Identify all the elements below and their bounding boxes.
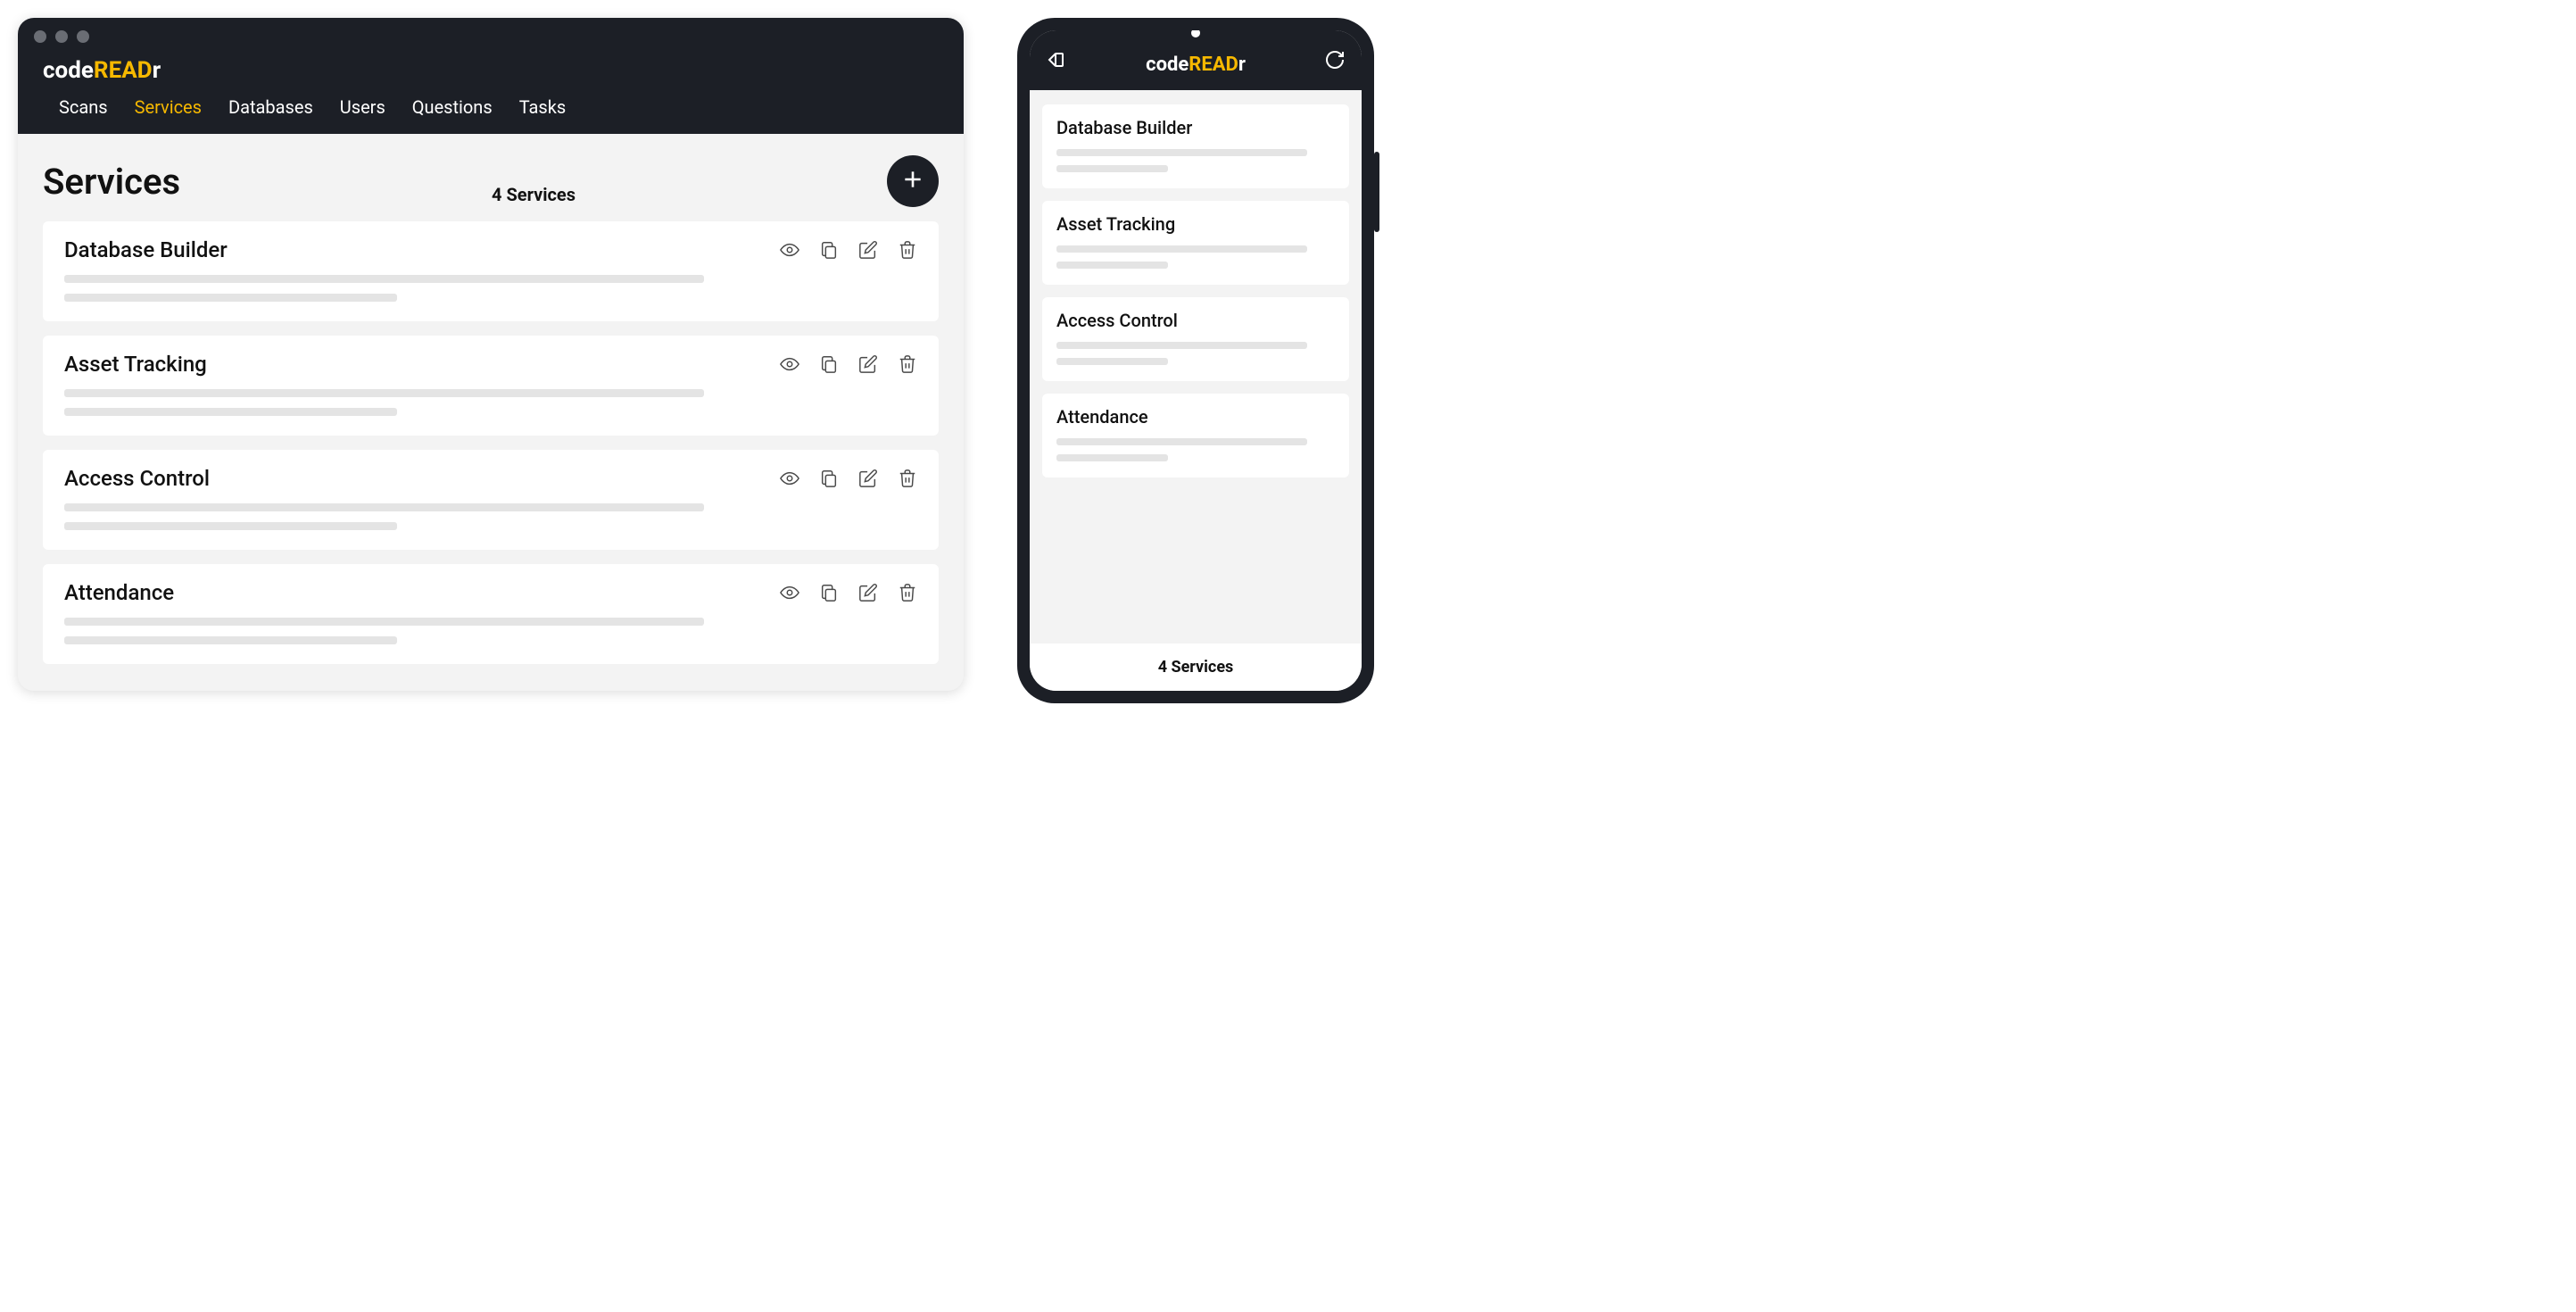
main-nav: Scans Services Databases Users Questions…: [34, 93, 948, 134]
window-minimize-dot[interactable]: [55, 30, 68, 43]
mobile-service-title: Asset Tracking: [1056, 213, 1335, 235]
service-card[interactable]: Asset Tracking: [43, 336, 939, 436]
nav-scans[interactable]: Scans: [59, 96, 108, 118]
service-card-header: Attendance: [64, 580, 917, 605]
service-card-header: Access Control: [64, 466, 917, 491]
service-list: Database Builder Asset Tracking: [43, 221, 939, 664]
service-card-header: Database Builder: [64, 237, 917, 262]
service-actions: [780, 240, 917, 260]
edit-icon[interactable]: [858, 240, 878, 260]
brand-part3: r: [153, 57, 162, 84]
window-close-dot[interactable]: [34, 30, 46, 43]
page-header: Services 4 Services: [43, 155, 939, 207]
nav-services[interactable]: Services: [135, 96, 202, 118]
titlebar: codeREADr Scans Services Databases Users…: [18, 18, 964, 134]
skeleton-line: [64, 522, 397, 530]
skeleton-line: [64, 275, 704, 283]
nav-users[interactable]: Users: [340, 96, 385, 118]
service-title: Database Builder: [64, 237, 228, 262]
skeleton-line: [1056, 438, 1307, 445]
service-actions: [780, 354, 917, 374]
copy-icon[interactable]: [819, 354, 839, 374]
mobile-footer-count: 4 Services: [1030, 644, 1362, 691]
mobile-service-title: Access Control: [1056, 310, 1335, 331]
brand-logo: codeREADr: [34, 52, 948, 93]
add-service-button[interactable]: [887, 155, 939, 207]
skeleton-line: [64, 389, 704, 397]
copy-icon[interactable]: [819, 583, 839, 602]
trash-icon[interactable]: [898, 469, 917, 488]
plus-icon: [901, 168, 924, 195]
brand-part2: READ: [94, 57, 153, 84]
mobile-service-list: Database Builder Asset Tracking Access C…: [1030, 90, 1362, 644]
service-actions: [780, 469, 917, 488]
edit-icon[interactable]: [858, 583, 878, 602]
view-icon[interactable]: [780, 583, 799, 602]
back-icon[interactable]: [1046, 49, 1067, 71]
brand-part3: r: [1238, 54, 1246, 76]
service-card-header: Asset Tracking: [64, 352, 917, 377]
mobile-service-card[interactable]: Asset Tracking: [1042, 201, 1349, 285]
page-body: Services 4 Services Database Builder: [18, 134, 964, 691]
skeleton-line: [1056, 245, 1307, 253]
trash-icon[interactable]: [898, 240, 917, 260]
mobile-service-card[interactable]: Attendance: [1042, 394, 1349, 477]
skeleton-line: [1056, 454, 1168, 461]
mobile-screen: codeREADr Database Builder Asset Trackin…: [1030, 30, 1362, 691]
mobile-brand-logo: codeREADr: [1146, 54, 1246, 76]
service-title: Access Control: [64, 466, 210, 491]
skeleton-line: [64, 503, 704, 511]
skeleton-line: [1056, 342, 1307, 349]
mobile-header: codeREADr: [1030, 30, 1362, 90]
view-icon[interactable]: [780, 240, 799, 260]
service-title: Attendance: [64, 580, 174, 605]
service-card[interactable]: Database Builder: [43, 221, 939, 321]
skeleton-line: [64, 408, 397, 416]
mobile-service-title: Attendance: [1056, 406, 1335, 428]
copy-icon[interactable]: [819, 469, 839, 488]
window-controls: [34, 30, 948, 52]
phone-notch: [1191, 30, 1200, 37]
skeleton-line: [1056, 358, 1168, 365]
view-icon[interactable]: [780, 469, 799, 488]
service-title: Asset Tracking: [64, 352, 207, 377]
brand-part1: code: [43, 57, 94, 84]
edit-icon[interactable]: [858, 354, 878, 374]
trash-icon[interactable]: [898, 354, 917, 374]
mobile-service-card[interactable]: Database Builder: [1042, 104, 1349, 188]
service-card[interactable]: Access Control: [43, 450, 939, 550]
desktop-window: codeREADr Scans Services Databases Users…: [18, 18, 964, 691]
edit-icon[interactable]: [858, 469, 878, 488]
skeleton-line: [1056, 262, 1168, 269]
mobile-device: codeREADr Database Builder Asset Trackin…: [1017, 18, 1374, 703]
brand-part2: READ: [1189, 54, 1238, 76]
service-card[interactable]: Attendance: [43, 564, 939, 664]
window-maximize-dot[interactable]: [77, 30, 89, 43]
nav-databases[interactable]: Databases: [228, 96, 313, 118]
service-actions: [780, 583, 917, 602]
refresh-icon[interactable]: [1324, 49, 1346, 71]
copy-icon[interactable]: [819, 240, 839, 260]
skeleton-line: [64, 618, 704, 626]
brand-part1: code: [1146, 54, 1189, 76]
skeleton-line: [64, 294, 397, 302]
page-title: Services: [43, 161, 180, 203]
nav-questions[interactable]: Questions: [412, 96, 493, 118]
services-count: 4 Services: [180, 184, 887, 205]
skeleton-line: [1056, 149, 1307, 156]
mobile-service-card[interactable]: Access Control: [1042, 297, 1349, 381]
trash-icon[interactable]: [898, 583, 917, 602]
mobile-service-title: Database Builder: [1056, 117, 1335, 138]
skeleton-line: [1056, 165, 1168, 172]
nav-tasks[interactable]: Tasks: [519, 96, 567, 118]
skeleton-line: [64, 636, 397, 644]
view-icon[interactable]: [780, 354, 799, 374]
phone-side-button: [1374, 152, 1379, 232]
